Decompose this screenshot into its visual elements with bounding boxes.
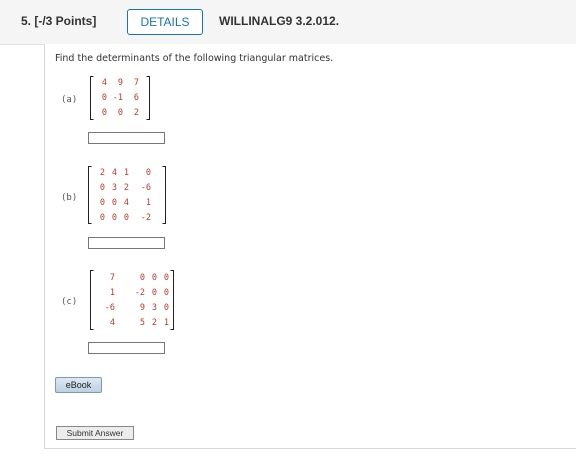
part-b-label: (b)	[61, 193, 78, 203]
matrix-b-entry: 0	[123, 213, 129, 223]
left-bracket	[90, 270, 94, 330]
answer-input-c[interactable]	[88, 342, 165, 354]
matrix-c-entry: 0	[163, 288, 169, 298]
answer-input-a[interactable]	[88, 132, 165, 144]
matrix-c-entry: -6	[104, 303, 115, 313]
matrix-a-entry: 7	[133, 78, 139, 88]
matrix-c-entry: 1	[163, 318, 169, 328]
right-bracket	[162, 166, 166, 224]
matrix-a-entry: 6	[133, 93, 139, 103]
problem-code: WILLINALG9 3.2.012.	[219, 14, 340, 28]
right-bracket	[170, 270, 174, 330]
question-header: 5. [-/3 Points] DETAILS WILLINALG9 3.2.0…	[0, 0, 576, 45]
matrix-a-entry: 2	[133, 108, 139, 118]
matrix-b-entry: 1	[145, 198, 151, 208]
matrix-a-entry: 0	[101, 93, 107, 103]
matrix-c-entry: 0	[163, 303, 169, 313]
matrix-a-entry: 4	[101, 78, 107, 88]
matrix-c-entry: 0	[163, 273, 169, 283]
matrix-b-entry: 2	[123, 183, 129, 193]
answer-input-b[interactable]	[88, 237, 165, 249]
part-a-label: (a)	[61, 95, 78, 105]
question-number: 5. [-/3 Points]	[21, 14, 97, 28]
matrix-b-entry: -2	[140, 213, 151, 223]
matrix-b-entry: 0	[145, 168, 151, 178]
matrix-b: 2 4 1 0 0 3 2 -6 0 0 4 1 0 0 0 -2	[87, 165, 167, 225]
matrix-a-entry: 0	[101, 108, 107, 118]
matrix-a-entry: 0	[117, 108, 123, 118]
matrix-a-entry: 9	[117, 78, 123, 88]
submit-answer-button[interactable]: Submit Answer	[56, 426, 134, 440]
details-button[interactable]: DETAILS	[127, 9, 203, 35]
matrix-c-entry: 7	[109, 273, 115, 283]
matrix-a-entry: -1	[112, 93, 123, 103]
matrix-c: 7 0 0 0 1 -2 0 0 -6 9 3 0 4 5 2 1	[89, 269, 175, 331]
matrix-c-entry: 4	[109, 318, 115, 328]
ebook-button[interactable]: eBook	[55, 377, 102, 393]
matrix-c-entry: 1	[109, 288, 115, 298]
matrix-b-entry: 4	[123, 198, 129, 208]
matrix-b-entry: 1	[123, 168, 129, 178]
question-prompt: Find the determinants of the following t…	[55, 53, 334, 64]
part-c-label: (c)	[61, 297, 78, 307]
matrix-b-entry: -6	[140, 183, 151, 193]
matrix-a: 4 9 7 0 -1 6 0 0 2	[89, 75, 151, 121]
right-bracket	[146, 76, 150, 120]
